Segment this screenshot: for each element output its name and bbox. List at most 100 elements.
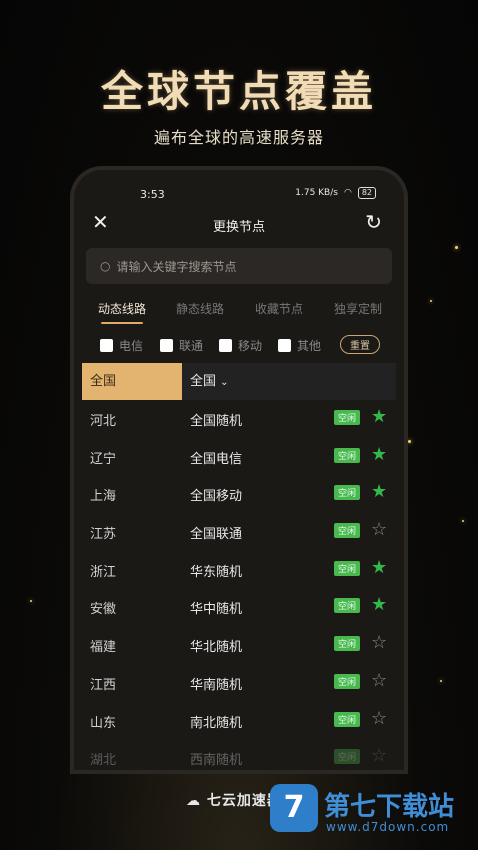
province-name: 安徽	[90, 602, 117, 618]
node-name: 全国联通	[190, 527, 243, 543]
filter-other[interactable]: 其他	[278, 337, 321, 354]
net-speed: 1.75 KB/s	[295, 188, 338, 198]
table-row[interactable]: 辽宁 全国电信 空闲 ★	[82, 438, 396, 476]
search-icon: ○	[100, 259, 111, 273]
tab-custom[interactable]: 独享定制	[334, 300, 382, 317]
sparkle	[440, 680, 442, 682]
star-icon[interactable]: ☆	[371, 745, 387, 766]
province-selected[interactable]: 全国	[82, 363, 182, 400]
page-title: 更换节点	[212, 220, 265, 235]
table-row[interactable]: 江西 华南随机 空闲 ☆	[82, 664, 396, 702]
table-row[interactable]: 山东 南北随机 空闲 ☆	[82, 702, 396, 740]
node-name: 全国移动	[190, 489, 243, 505]
node-dropdown[interactable]: 全国 ⌄	[190, 363, 229, 401]
status-badge: 空闲	[334, 711, 361, 727]
star-icon[interactable]: ☆	[371, 519, 387, 540]
node-name: 华南随机	[190, 677, 243, 693]
province-name: 江苏	[90, 527, 117, 543]
top-bar: ✕ 更换节点 ↻	[74, 210, 404, 238]
filter-telecom[interactable]: 电信	[100, 337, 143, 354]
checkbox[interactable]	[160, 339, 173, 352]
table-row[interactable]: 江苏 全国联通 空闲 ☆	[82, 513, 396, 551]
chevron-down-icon: ⌄	[220, 377, 229, 388]
star-icon[interactable]: ☆	[371, 632, 387, 653]
filter-label: 联通	[179, 339, 204, 353]
sparkle	[462, 520, 464, 522]
status-badge: 空闲	[334, 598, 361, 614]
reset-button[interactable]: 重置	[340, 335, 380, 354]
star-icon[interactable]: ★	[371, 444, 387, 465]
province-name: 山东	[90, 715, 117, 731]
star-icon[interactable]: ★	[371, 406, 387, 427]
province-name: 辽宁	[90, 451, 117, 467]
table-row[interactable]: 浙江 华东随机 空闲 ★	[82, 551, 396, 589]
province-name: 河北	[90, 414, 117, 429]
watermark: 7 第七下载站 www.d7down.com	[270, 784, 470, 844]
checkbox[interactable]	[100, 339, 113, 352]
status-time: 3:53	[140, 188, 165, 201]
list-header: 全国 全国 ⌄	[82, 363, 396, 400]
province-name: 上海	[90, 489, 117, 505]
node-name: 全国随机	[190, 414, 243, 429]
table-row[interactable]: 福建 华北随机 空闲 ☆	[82, 626, 396, 664]
watermark-title: 第七下载站	[324, 792, 455, 822]
tab-underline	[101, 322, 143, 324]
province-name: 福建	[90, 640, 117, 656]
filter-mobile[interactable]: 移动	[219, 337, 262, 354]
node-name: 全国电信	[190, 451, 243, 467]
table-row[interactable]: 河北 全国随机 空闲 ★	[82, 400, 396, 438]
status-badge: 空闲	[334, 410, 361, 425]
tab-favorites[interactable]: 收藏节点	[255, 300, 303, 317]
watermark-logo-icon: 7	[270, 784, 318, 832]
brand-logo: ☁ 七云加速器	[186, 790, 282, 810]
filter-label: 电信	[119, 339, 144, 353]
refresh-icon[interactable]: ↻	[365, 210, 382, 234]
watermark-url: www.d7down.com	[326, 820, 450, 834]
tab-bar: 动态线路 静态线路 收藏节点 独享定制	[74, 300, 404, 326]
search-input[interactable]: ○ 请输入关键字搜索节点	[86, 248, 392, 284]
node-name: 西南随机	[190, 753, 243, 769]
province-name: 湖北	[90, 753, 117, 769]
table-row[interactable]: 上海 全国移动 空闲 ★	[82, 475, 396, 513]
status-badge: 空闲	[334, 447, 361, 463]
status-badge: 空闲	[334, 560, 361, 576]
star-icon[interactable]: ★	[371, 594, 387, 615]
status-badge: 空闲	[334, 749, 361, 765]
status-badge: 空闲	[334, 636, 361, 652]
search-placeholder: 请输入关键字搜索节点	[116, 259, 237, 274]
checkbox[interactable]	[278, 339, 291, 352]
star-icon[interactable]: ☆	[371, 670, 387, 691]
phone-frame: 3:53 1.75 KB/s ◠ 82 ✕ 更换节点 ↻ ○ 请输入关键字搜索节…	[74, 170, 404, 770]
table-row[interactable]: 湖北 西南随机 空闲 ☆	[82, 739, 396, 770]
star-icon[interactable]: ☆	[371, 708, 387, 729]
sparkle	[408, 440, 411, 443]
node-name: 华北随机	[190, 640, 243, 656]
tab-dynamic[interactable]: 动态线路	[98, 300, 146, 317]
star-icon[interactable]: ★	[371, 481, 387, 502]
status-bar: 3:53 1.75 KB/s ◠ 82	[74, 184, 404, 204]
status-badge: 空闲	[334, 523, 361, 539]
wifi-icon: ◠	[343, 188, 352, 198]
node-name: 华东随机	[190, 564, 243, 580]
battery-icon: 82	[357, 187, 376, 199]
star-icon[interactable]: ★	[371, 557, 387, 578]
node-dropdown-label: 全国	[190, 374, 217, 389]
hero-title: 全球节点覆盖	[100, 67, 377, 116]
sparkle	[30, 600, 32, 602]
status-badge: 空闲	[334, 673, 361, 689]
filter-bar: 电信 联通 移动 其他 重置	[74, 334, 404, 362]
sparkle	[455, 246, 458, 249]
node-name: 南北随机	[190, 715, 243, 731]
province-name: 浙江	[90, 564, 117, 580]
table-row[interactable]: 安徽 华中随机 空闲 ★	[82, 588, 396, 626]
status-badge: 空闲	[334, 485, 361, 501]
node-name: 华中随机	[190, 602, 243, 618]
checkbox[interactable]	[219, 339, 232, 352]
tab-static[interactable]: 静态线路	[176, 300, 224, 317]
cloud-icon: ☁	[186, 793, 201, 809]
hero-subtitle: 遍布全球的高速服务器	[153, 128, 324, 147]
node-list: 河北 全国随机 空闲 ★ 辽宁 全国电信 空闲 ★ 上海 全国移动 空闲 ★ 江苏 全国联通 空闲 ☆ 浙江 华东…	[82, 400, 396, 770]
sparkle	[430, 300, 432, 302]
filter-unicom[interactable]: 联通	[160, 337, 203, 354]
filter-label: 移动	[238, 339, 263, 353]
